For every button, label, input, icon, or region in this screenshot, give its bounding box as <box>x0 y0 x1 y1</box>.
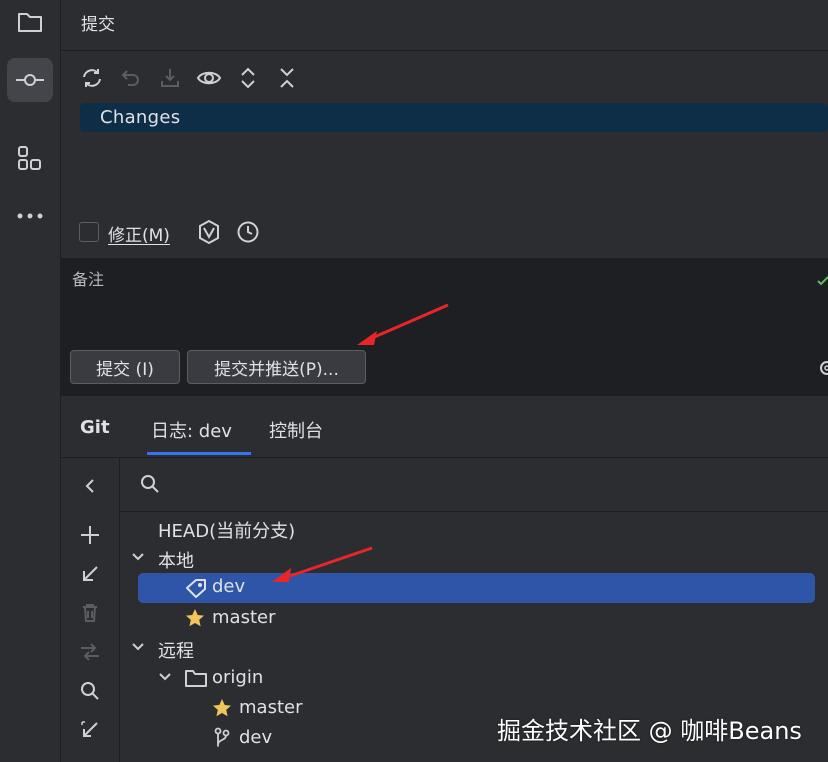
remote-branches-group[interactable]: 远程 <box>158 637 194 663</box>
branch-label: dev <box>212 576 246 597</box>
update-branch-button[interactable] <box>78 562 102 586</box>
chevron-down-icon[interactable] <box>130 549 146 565</box>
search-icon <box>141 475 159 493</box>
collapse-diagonal-icon <box>81 721 98 737</box>
commit-history-button[interactable] <box>236 220 262 246</box>
clock-icon <box>237 221 259 243</box>
branch-search-bar[interactable] <box>120 458 828 512</box>
branches-toolbar <box>61 458 120 762</box>
commit-message-placeholder: 备注 <box>72 270 105 289</box>
chevron-left-icon <box>85 479 94 493</box>
delete-branch-button[interactable] <box>78 601 102 625</box>
more-tools-button[interactable] <box>7 194 53 238</box>
tool-window-tabs: Git 日志: dev 控制台 <box>61 397 828 458</box>
commit-and-push-button[interactable]: 提交并推送(P)... <box>187 350 366 384</box>
commit-icon <box>16 74 44 86</box>
eye-icon <box>196 71 222 85</box>
watermark: 掘金技术社区 @ 咖啡Beans <box>497 717 802 745</box>
tab-log-dev[interactable]: 日志: dev <box>151 417 232 443</box>
chevron-down-icon[interactable] <box>130 639 146 655</box>
refresh-button[interactable] <box>79 65 105 91</box>
folder-icon <box>185 670 207 687</box>
commit-message-editor[interactable]: 备注 提交 (I) 提交并推送(P)... <box>61 258 828 396</box>
head-branch-item[interactable]: HEAD(当前分支) <box>158 517 295 543</box>
branch-label: dev <box>239 727 273 748</box>
tag-icon <box>186 579 206 598</box>
branch-item-master[interactable]: master <box>138 603 815 633</box>
local-branches-group[interactable]: 本地 <box>158 547 194 573</box>
folder-icon <box>18 13 42 32</box>
branch-item-dev[interactable]: dev <box>138 573 815 603</box>
commit-tool-button[interactable] <box>7 58 53 102</box>
shelve-icon <box>161 69 179 87</box>
compare-icon <box>81 643 99 661</box>
branch-label: master <box>239 697 303 718</box>
tab-console[interactable]: 控制台 <box>269 417 323 443</box>
search-icon <box>81 682 99 700</box>
panel-title: 提交 <box>81 15 115 35</box>
branch-label: master <box>212 607 276 628</box>
commit-button[interactable]: 提交 (I) <box>70 350 180 384</box>
structure-icon <box>18 146 41 170</box>
arrow-down-left-icon <box>83 566 98 581</box>
amend-checkbox[interactable] <box>79 222 99 242</box>
amend-label: 修正(M) <box>108 226 170 246</box>
rollback-button[interactable] <box>118 65 144 91</box>
changes-node[interactable]: Changes <box>80 103 828 132</box>
remote-origin-folder[interactable]: origin <box>212 667 263 688</box>
chevron-down-icon[interactable] <box>157 669 173 685</box>
settings-gear-icon[interactable] <box>817 359 828 377</box>
expand-all-icon <box>241 67 255 89</box>
project-tool-button[interactable] <box>7 0 53 44</box>
commit-panel-header: 提交 <box>61 0 828 51</box>
star-icon <box>186 609 204 627</box>
collapse-all-icon <box>280 68 294 88</box>
compare-branches-button[interactable] <box>78 640 102 664</box>
ai-assistant-icon <box>199 219 219 245</box>
structure-tool-button[interactable] <box>7 136 53 180</box>
collapse-all-branches-button[interactable] <box>78 718 102 742</box>
active-tab-indicator <box>147 452 251 455</box>
activity-bar <box>0 0 61 762</box>
more-icon <box>17 213 43 219</box>
ai-assistant-button[interactable] <box>196 219 222 245</box>
show-diff-button[interactable] <box>196 65 222 91</box>
tab-git[interactable]: Git <box>80 417 110 438</box>
collapse-branches-button[interactable] <box>78 474 102 498</box>
rollback-icon <box>121 70 139 86</box>
trash-icon <box>83 604 97 622</box>
star-icon <box>213 699 231 717</box>
branch-icon <box>214 727 230 747</box>
search-branches-button[interactable] <box>78 679 102 703</box>
plus-icon <box>81 526 99 544</box>
collapse-all-button[interactable] <box>274 65 300 91</box>
shelve-button[interactable] <box>157 65 183 91</box>
expand-all-button[interactable] <box>235 65 261 91</box>
new-branch-button[interactable] <box>78 523 102 547</box>
check-icon <box>817 276 828 286</box>
refresh-icon <box>83 69 101 87</box>
changes-label: Changes <box>100 107 181 128</box>
